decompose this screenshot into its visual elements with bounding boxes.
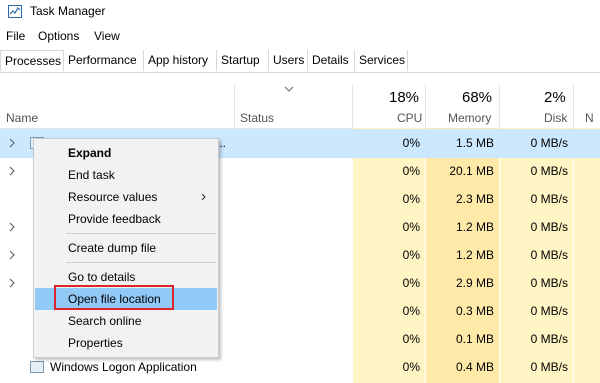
menu-separator <box>66 262 216 263</box>
column-separator[interactable] <box>234 84 235 128</box>
disk-value: 0 MB/s <box>530 220 568 234</box>
memory-value: 2.9 MB <box>455 276 494 290</box>
submenu-arrow-icon <box>201 193 206 201</box>
tab-strip: Processes Performance App history Startu… <box>0 50 600 73</box>
tab-services[interactable]: Services <box>355 50 408 71</box>
tab-startup[interactable]: Startup <box>217 50 269 71</box>
tab-users[interactable]: Users <box>269 50 308 71</box>
cpu-value: 0% <box>402 248 420 262</box>
memory-value: 0.1 MB <box>455 332 494 346</box>
disk-value: 0 MB/s <box>530 332 568 346</box>
column-name[interactable]: Name <box>6 111 38 125</box>
disk-value: 0 MB/s <box>530 192 568 206</box>
menu-view[interactable]: View <box>94 29 120 43</box>
menu-item-end-task[interactable]: End task <box>35 164 217 186</box>
column-status[interactable]: Status <box>240 111 274 125</box>
cpu-value: 0% <box>402 360 420 374</box>
memory-value: 2.3 MB <box>455 192 494 206</box>
sort-chevron-icon[interactable] <box>284 86 294 92</box>
menu-file[interactable]: File <box>6 29 25 43</box>
chevron-right-icon[interactable] <box>8 166 16 176</box>
menu-item-resource-values[interactable]: Resource values <box>35 186 217 208</box>
disk-value: 0 MB/s <box>530 304 568 318</box>
menu-item-create-dump-file[interactable]: Create dump file <box>35 237 217 259</box>
column-header <box>0 72 600 129</box>
cpu-total: 18% <box>389 89 420 106</box>
cpu-value: 0% <box>354 129 424 158</box>
menu-bar: File Options View <box>0 26 600 48</box>
menu-item-properties[interactable]: Properties <box>35 332 217 354</box>
title-bar: Task Manager <box>0 0 600 24</box>
menu-item-search-online[interactable]: Search online <box>35 310 217 332</box>
chevron-right-icon[interactable] <box>8 278 16 288</box>
column-cpu[interactable]: CPU <box>397 111 422 125</box>
disk-value: 0 MB/s <box>530 164 568 178</box>
menu-options[interactable]: Options <box>38 29 79 43</box>
column-network[interactable]: N <box>585 111 594 125</box>
annotation-highlight <box>54 285 174 310</box>
memory-value: 1.5 MB <box>426 129 498 158</box>
menu-item-expand[interactable]: Expand <box>35 142 217 164</box>
column-memory[interactable]: Memory <box>448 111 491 125</box>
tab-performance[interactable]: Performance <box>64 50 144 71</box>
task-manager-icon <box>8 5 22 18</box>
window-title: Task Manager <box>30 4 106 18</box>
tab-details[interactable]: Details <box>308 50 355 71</box>
cpu-value: 0% <box>402 332 420 346</box>
menu-separator <box>66 233 216 234</box>
cpu-value: 0% <box>402 276 420 290</box>
cpu-value: 0% <box>402 192 420 206</box>
menu-item-provide-feedback[interactable]: Provide feedback <box>35 208 217 230</box>
disk-total: 2% <box>544 89 566 106</box>
tab-app-history[interactable]: App history <box>144 50 217 71</box>
memory-total: 68% <box>462 89 493 106</box>
memory-value: 1.2 MB <box>455 220 494 234</box>
disk-value: 0 MB/s <box>530 276 568 290</box>
disk-value: 0 MB/s <box>500 129 572 158</box>
chevron-right-icon[interactable] <box>8 222 16 232</box>
column-separator[interactable] <box>352 84 353 128</box>
column-separator[interactable] <box>499 84 500 128</box>
cpu-value: 0% <box>402 220 420 234</box>
disk-value: 0 MB/s <box>530 360 568 374</box>
chevron-right-icon[interactable] <box>8 250 16 260</box>
memory-value: 1.2 MB <box>455 248 494 262</box>
cpu-value: 0% <box>402 304 420 318</box>
memory-value: 0.3 MB <box>455 304 494 318</box>
column-separator[interactable] <box>425 84 426 128</box>
disk-value: 0 MB/s <box>530 248 568 262</box>
tab-processes[interactable]: Processes <box>0 50 64 72</box>
memory-value: 20.1 MB <box>449 164 494 178</box>
cpu-value: 0% <box>402 164 420 178</box>
column-separator[interactable] <box>573 84 574 128</box>
memory-value: 0.4 MB <box>455 360 494 374</box>
context-menu: Expand End task Resource values Provide … <box>33 138 219 358</box>
chevron-right-icon[interactable] <box>8 138 16 148</box>
column-disk[interactable]: Disk <box>544 111 567 125</box>
process-icon <box>30 361 44 373</box>
